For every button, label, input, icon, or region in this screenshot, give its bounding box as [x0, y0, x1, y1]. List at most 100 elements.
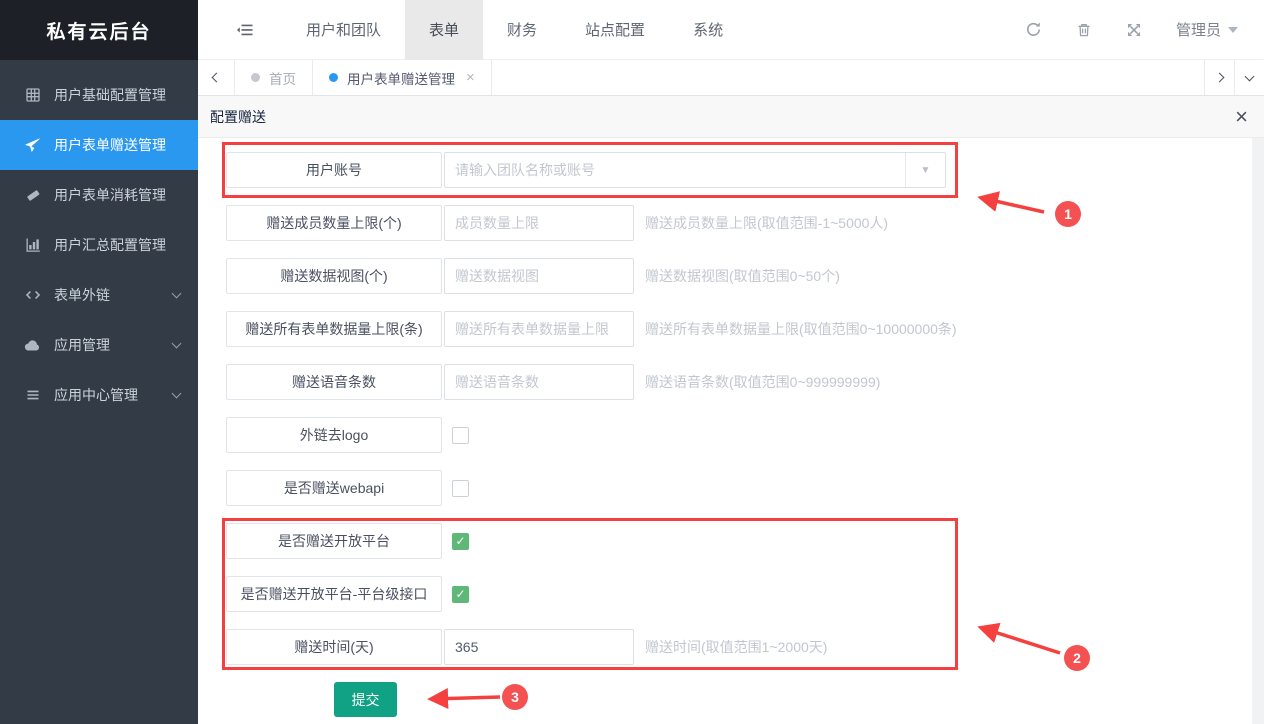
- topnav-actions: 管理员: [1025, 19, 1264, 40]
- field-label: 赠送数据视图(个): [226, 258, 442, 294]
- close-icon[interactable]: ×: [466, 69, 475, 86]
- user-menu[interactable]: 管理员: [1176, 19, 1238, 40]
- field-label: 用户账号: [226, 152, 442, 188]
- field-label: 是否赠送webapi: [226, 470, 442, 506]
- refresh-icon[interactable]: [1025, 21, 1042, 38]
- checkbox-checked[interactable]: ✓: [452, 586, 469, 603]
- topnav-item-site-config[interactable]: 站点配置: [561, 0, 669, 60]
- eraser-icon: [24, 187, 41, 204]
- form-row: 用户账号 ▼: [226, 152, 957, 188]
- close-icon[interactable]: ×: [1235, 106, 1248, 128]
- form-rows: 用户账号 ▼ 赠送成员数量上限(个) 赠送成员数量上限(取值范围-1~5000人) 赠送…: [226, 152, 957, 665]
- top-navbar: 用户和团队 表单 财务 站点配置 系统 管理员: [198, 0, 1264, 60]
- field-label: 外链去logo: [226, 417, 442, 453]
- topnav-item-system[interactable]: 系统: [669, 0, 747, 60]
- panel-header: 配置赠送 ×: [198, 96, 1264, 138]
- tab-label: 用户表单赠送管理: [347, 68, 455, 88]
- form-row: 是否赠送开放平台-平台级接口 ✓: [226, 576, 957, 612]
- sidebar-item-label: 应用管理: [54, 335, 110, 355]
- sidebar-item-app-management[interactable]: 应用管理: [0, 320, 198, 370]
- fullscreen-icon[interactable]: [1126, 22, 1142, 38]
- panel-title: 配置赠送: [210, 107, 266, 127]
- annotation-badge-2: 2: [1064, 645, 1090, 671]
- field-input[interactable]: [444, 258, 634, 294]
- menu-icon: [24, 387, 41, 404]
- field-hint: 赠送成员数量上限(取值范围-1~5000人): [645, 213, 888, 233]
- annotation-badge-3: 3: [502, 684, 528, 710]
- menu-fold-icon[interactable]: [236, 22, 254, 38]
- code-icon: [24, 287, 41, 304]
- app-logo: 私有云后台: [0, 0, 198, 60]
- topnav-item-finance[interactable]: 财务: [483, 0, 561, 60]
- field-label: 赠送所有表单数据量上限(条): [226, 311, 442, 347]
- send-icon: [24, 137, 41, 154]
- field-label: 赠送成员数量上限(个): [226, 205, 442, 241]
- sidebar-item-user-summary-config[interactable]: 用户汇总配置管理: [0, 220, 198, 270]
- topnav-items: 用户和团队 表单 财务 站点配置 系统: [282, 0, 747, 60]
- sidebar-item-label: 用户表单消耗管理: [54, 185, 166, 205]
- app-body: 用户基础配置管理 用户表单赠送管理 用户表单消耗管理 用户汇总配置管理: [0, 60, 1264, 724]
- tab-dot: [251, 73, 260, 82]
- field-hint: 赠送数据视图(取值范围0~50个): [645, 266, 840, 286]
- sidebar-item-label: 应用中心管理: [54, 385, 138, 405]
- checkbox-checked[interactable]: ✓: [452, 533, 469, 550]
- field-hint: 赠送时间(取值范围1~2000天): [645, 637, 827, 657]
- field-hint: 赠送所有表单数据量上限(取值范围0~10000000条): [645, 319, 957, 339]
- field-label: 赠送时间(天): [226, 629, 442, 665]
- account-select[interactable]: ▼: [444, 152, 946, 188]
- topnav-item-forms[interactable]: 表单: [405, 0, 483, 60]
- field-label: 是否赠送开放平台-平台级接口: [226, 576, 442, 612]
- sidebar-item-label: 用户基础配置管理: [54, 85, 166, 105]
- chevron-down-icon: [1228, 27, 1238, 33]
- field-input[interactable]: [444, 205, 634, 241]
- main-area: 首页 用户表单赠送管理 × 配置赠送 × 用户账号▼赠送成员数量上限(个: [198, 60, 1264, 724]
- grid-icon: [24, 87, 41, 104]
- form-row: 赠送语音条数 赠送语音条数(取值范围0~999999999): [226, 364, 957, 400]
- tab-strip: 首页 用户表单赠送管理 ×: [198, 60, 1264, 96]
- sidebar-item-form-consume[interactable]: 用户表单消耗管理: [0, 170, 198, 220]
- chevron-down-icon: [172, 289, 182, 299]
- scrollbar-track[interactable]: [1252, 138, 1264, 724]
- tabs-menu-button[interactable]: [1234, 60, 1264, 95]
- tab-user-form-gift[interactable]: 用户表单赠送管理 ×: [313, 60, 492, 95]
- app-root: 私有云后台 用户和团队 表单 财务 站点配置 系统: [0, 0, 1264, 724]
- checkbox-unchecked[interactable]: [452, 480, 469, 497]
- tab-home[interactable]: 首页: [235, 60, 313, 95]
- user-name: 管理员: [1176, 19, 1221, 40]
- field-input[interactable]: [444, 364, 634, 400]
- field-label: 赠送语音条数: [226, 364, 442, 400]
- checkbox-unchecked[interactable]: [452, 427, 469, 444]
- form-row: 赠送数据视图(个) 赠送数据视图(取值范围0~50个): [226, 258, 957, 294]
- sidebar-item-user-base-config[interactable]: 用户基础配置管理: [0, 70, 198, 120]
- field-label: 是否赠送开放平台: [226, 523, 442, 559]
- sidebar-item-label: 用户表单赠送管理: [54, 135, 166, 155]
- tabs-scroll-right-button[interactable]: [1204, 60, 1234, 95]
- account-input[interactable]: [445, 153, 905, 187]
- chevron-down-icon: [172, 389, 182, 399]
- tab-dot: [329, 73, 338, 82]
- field-hint: 赠送语音条数(取值范围0~999999999): [645, 372, 880, 392]
- field-input[interactable]: [444, 311, 634, 347]
- content-panel: 配置赠送 × 用户账号 ▼ 赠送成员数量上限(个) 赠送成员数量上限(取值范围-1~5…: [198, 96, 1264, 724]
- form-row: 是否赠送开放平台 ✓: [226, 523, 957, 559]
- trash-icon[interactable]: [1076, 22, 1092, 38]
- sidebar-item-form-external-link[interactable]: 表单外链: [0, 270, 198, 320]
- topnav-item-users-teams[interactable]: 用户和团队: [282, 0, 405, 60]
- sidebar-item-app-center[interactable]: 应用中心管理: [0, 370, 198, 420]
- form-row: 赠送时间(天) 赠送时间(取值范围1~2000天): [226, 629, 957, 665]
- sidebar-item-form-gift[interactable]: 用户表单赠送管理: [0, 120, 198, 170]
- chevron-down-icon[interactable]: ▼: [905, 153, 945, 187]
- sidebar-item-label: 表单外链: [54, 285, 110, 305]
- sidebar-item-label: 用户汇总配置管理: [54, 235, 166, 255]
- annotation-badge-1: 1: [1055, 201, 1081, 227]
- submit-button[interactable]: 提交: [334, 682, 397, 717]
- form-row: 赠送所有表单数据量上限(条) 赠送所有表单数据量上限(取值范围0~10000000…: [226, 311, 957, 347]
- tabs-scroll-left-button[interactable]: [198, 60, 235, 95]
- form-row: 是否赠送webapi: [226, 470, 957, 506]
- field-input[interactable]: [444, 629, 634, 665]
- gift-config-form: 用户账号 ▼ 赠送成员数量上限(个) 赠送成员数量上限(取值范围-1~5000人) 赠送…: [226, 152, 957, 717]
- submit-row: 提交: [334, 682, 957, 717]
- form-row: 外链去logo: [226, 417, 957, 453]
- cloud-icon: [24, 337, 41, 354]
- sidebar: 用户基础配置管理 用户表单赠送管理 用户表单消耗管理 用户汇总配置管理: [0, 60, 198, 724]
